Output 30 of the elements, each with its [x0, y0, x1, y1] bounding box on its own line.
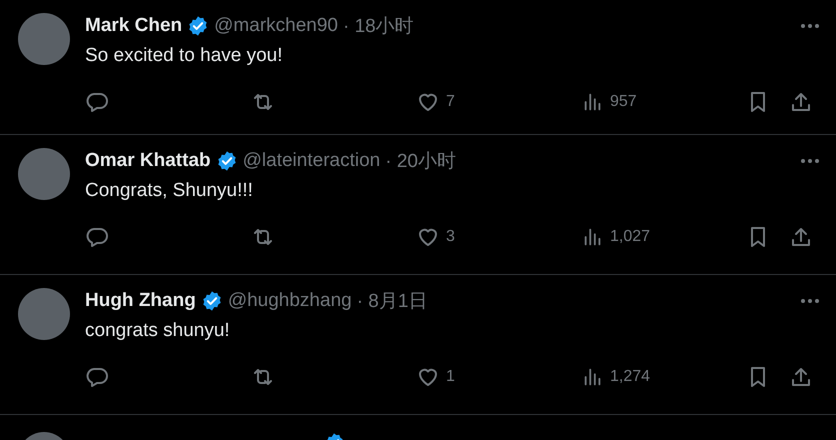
- avatar-photo-placeholder[interactable]: [18, 288, 70, 340]
- post-time: · 18小时: [342, 15, 414, 39]
- post-time: · 20小时: [385, 150, 456, 174]
- user-name[interactable]: Mark Chen: [85, 15, 182, 37]
- more-options-icon[interactable]: [800, 158, 820, 164]
- like-count: 3: [446, 228, 455, 246]
- reply-icon[interactable]: [85, 365, 109, 389]
- reply-icon[interactable]: [85, 225, 109, 249]
- share-icon[interactable]: [790, 365, 812, 389]
- view-count: 1,274: [610, 368, 650, 386]
- avatar-photo-placeholder[interactable]: [18, 148, 70, 200]
- post-text: So excited to have you!: [85, 45, 284, 67]
- share-icon[interactable]: [790, 90, 812, 114]
- more-options-icon[interactable]: [800, 23, 820, 29]
- user-handle[interactable]: @markchen90: [214, 15, 338, 37]
- post-time: · 8月1日: [356, 290, 428, 314]
- share-icon[interactable]: [790, 225, 812, 249]
- more-options-icon[interactable]: [800, 298, 820, 304]
- view-count: 957: [610, 93, 637, 111]
- post-text: Congrats, Shunyu!!!: [85, 180, 254, 202]
- user-handle[interactable]: @hughbzhang: [228, 290, 352, 312]
- user-name[interactable]: Hugh Zhang: [85, 290, 196, 312]
- like-count: 7: [446, 93, 455, 111]
- like-count: 1: [446, 368, 455, 386]
- user-name[interactable]: Omar Khattab: [85, 150, 211, 172]
- view-count: 1,027: [610, 228, 650, 246]
- user-handle[interactable]: @lateinteraction: [242, 150, 380, 172]
- avatar-photo-placeholder[interactable]: [18, 13, 70, 65]
- post-text: congrats shunyu!: [85, 320, 231, 342]
- reply-icon[interactable]: [85, 90, 109, 114]
